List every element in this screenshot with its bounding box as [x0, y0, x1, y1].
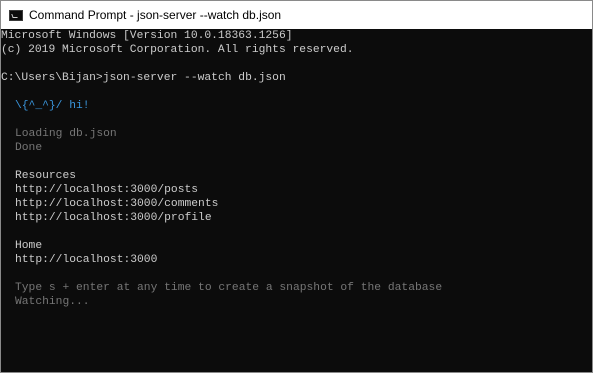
- copyright-line: (c) 2019 Microsoft Corporation. All righ…: [1, 44, 354, 56]
- prompt-line: C:\Users\Bijan>json-server --watch db.js…: [1, 71, 592, 85]
- resource-url: http://localhost:3000/posts: [15, 184, 199, 196]
- home-url: http://localhost:3000: [15, 254, 158, 266]
- version-line: Microsoft Windows [Version 10.0.18363.12…: [1, 30, 293, 42]
- loading-line: Loading db.json: [15, 128, 117, 140]
- prompt-path: C:\Users\Bijan>: [1, 72, 103, 84]
- prompt-command: json-server --watch db.json: [102, 72, 286, 84]
- console-output[interactable]: Microsoft Windows [Version 10.0.18363.12…: [1, 29, 592, 372]
- snapshot-hint: Type s + enter at any time to create a s…: [15, 282, 443, 294]
- command-prompt-window: Command Prompt - json-server --watch db.…: [0, 0, 593, 373]
- resource-url: http://localhost:3000/profile: [15, 212, 212, 224]
- greeting-line: \{^_^}/ hi!: [15, 100, 90, 112]
- resources-heading: Resources: [15, 170, 77, 182]
- title-bar[interactable]: Command Prompt - json-server --watch db.…: [1, 1, 592, 29]
- window-title: Command Prompt - json-server --watch db.…: [29, 8, 282, 22]
- resource-url: http://localhost:3000/comments: [15, 198, 219, 210]
- home-heading: Home: [15, 240, 43, 252]
- watching-line: Watching...: [15, 296, 90, 308]
- done-line: Done: [15, 142, 43, 154]
- console-icon: [9, 9, 23, 21]
